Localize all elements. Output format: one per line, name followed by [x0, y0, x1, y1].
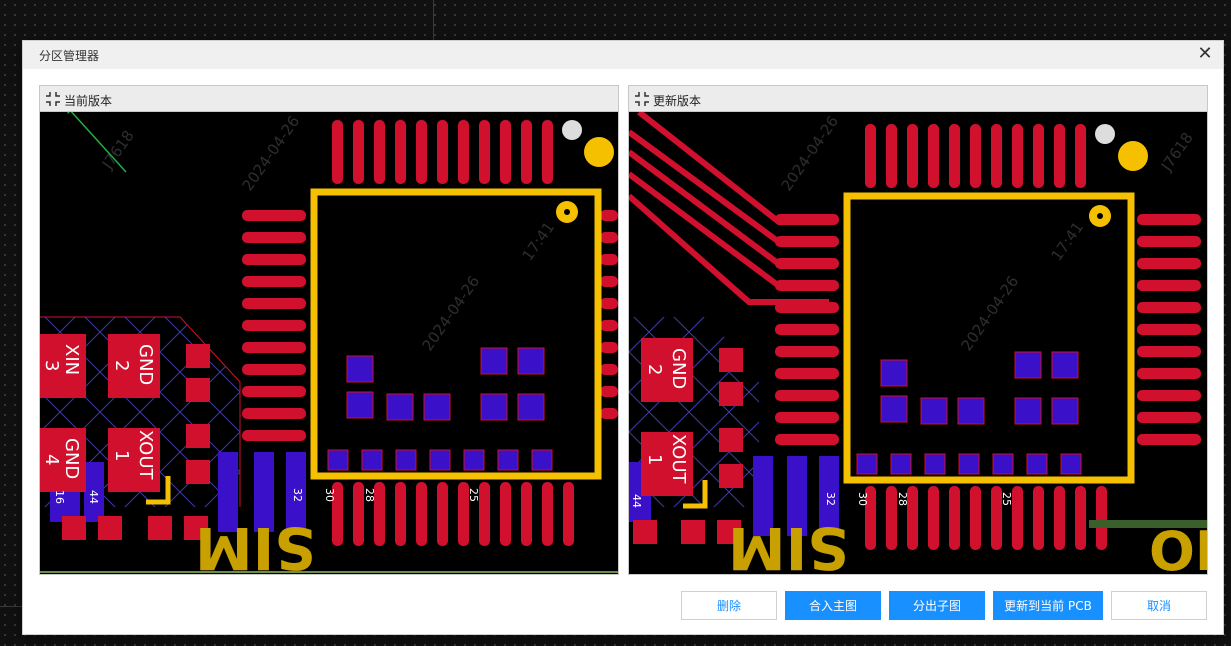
net-number: 30: [856, 492, 869, 506]
pin-label-gnd: GND: [61, 438, 82, 479]
delete-button[interactable]: 删除: [681, 591, 777, 620]
silkscreen-text: SIM: [728, 514, 849, 574]
net-number: 16: [53, 490, 66, 504]
merge-into-main-button[interactable]: 合入主图: [785, 591, 881, 620]
dialog-titlebar: 分区管理器 ✕: [23, 41, 1223, 69]
pin-number: 1: [111, 450, 132, 461]
pcb-canvas[interactable]: XIN 3 GND 2 GND 4 XOUT 1 16 44 32 30 28 …: [40, 112, 618, 574]
update-pcb-button[interactable]: 更新到当前 PCB: [993, 591, 1103, 620]
net-number: 25: [1000, 492, 1013, 506]
panel-title: 更新版本: [653, 94, 702, 108]
net-number: 28: [363, 488, 376, 502]
panel-header: 当前版本: [40, 86, 618, 112]
pcb-canvas[interactable]: GND 2 XOUT 1 44 32 30 28 25 SIM OI 2024-: [629, 112, 1207, 574]
pin-label-xout: XOUT: [668, 434, 689, 485]
pin-label-xout: XOUT: [135, 430, 156, 481]
net-number: 32: [824, 492, 837, 506]
net-number: 30: [323, 488, 336, 502]
collapse-icon[interactable]: [44, 90, 62, 108]
pin-label-xin: XIN: [61, 344, 82, 375]
pin-number: 2: [111, 360, 132, 371]
net-number: 25: [467, 488, 480, 502]
pin-number: 2: [644, 364, 665, 375]
close-icon[interactable]: ✕: [1195, 44, 1215, 64]
pin-number: 4: [41, 454, 62, 465]
net-number: 44: [630, 494, 643, 508]
collapse-icon[interactable]: [633, 90, 651, 108]
pin-number: 3: [41, 360, 62, 371]
updated-version-panel: 更新版本 GND 2 XOUT 1 44 32 30 28 25 SIM OI …: [628, 85, 1208, 575]
pin-label-gnd: GND: [668, 348, 689, 389]
pcb-view[interactable]: XIN 3 GND 2 GND 4 XOUT 1 16 44 32 30 28 …: [40, 112, 618, 574]
split-subgraph-button[interactable]: 分出子图: [889, 591, 985, 620]
pin-number: 1: [644, 454, 665, 465]
silkscreen-text: OI: [1149, 520, 1207, 574]
dialog-title: 分区管理器: [39, 49, 100, 63]
silkscreen-text: SIM: [195, 514, 316, 574]
panel-header: 更新版本: [629, 86, 1207, 112]
cancel-button[interactable]: 取消: [1111, 591, 1207, 620]
partition-manager-dialog: 分区管理器 ✕ 当前版本 XIN 3 GND 2 GND 4 XOUT 1 16…: [22, 40, 1224, 635]
net-number: 28: [896, 492, 909, 506]
pcb-view[interactable]: GND 2 XOUT 1 44 32 30 28 25 SIM OI 2024-: [629, 112, 1207, 574]
pin-label-gnd: GND: [135, 344, 156, 385]
canvas-guide-line: [433, 0, 434, 40]
net-number: 32: [291, 488, 304, 502]
panel-title: 当前版本: [64, 94, 113, 108]
net-number: 44: [87, 490, 100, 504]
current-version-panel: 当前版本 XIN 3 GND 2 GND 4 XOUT 1 16 44 32 3…: [39, 85, 619, 575]
canvas-guide-line: [0, 606, 22, 607]
